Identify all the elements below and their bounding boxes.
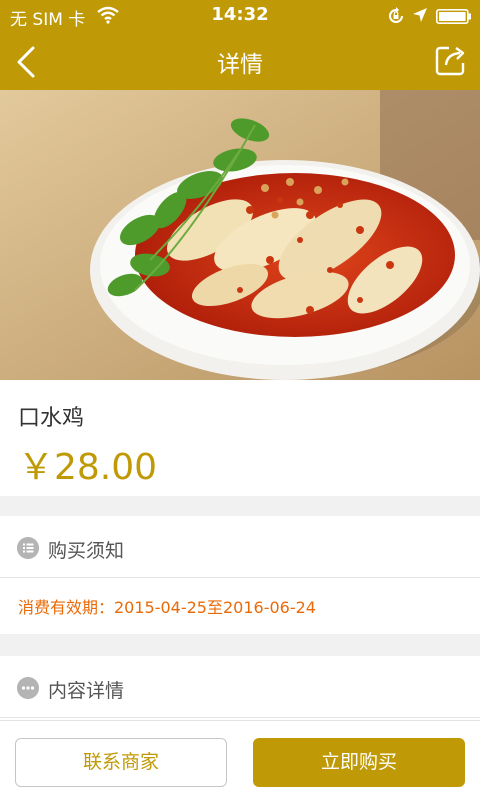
list-icon <box>17 537 39 559</box>
content-details-title: 内容详情 <box>48 680 125 702</box>
validity-text: 消费有效期：2015-04-25至2016-06-24 <box>18 598 316 617</box>
purchase-notice-title: 购买须知 <box>48 540 125 562</box>
battery-icon <box>436 9 471 24</box>
more-dots-icon <box>17 677 39 699</box>
purchase-notice-header[interactable]: 购买须知 <box>0 516 480 578</box>
location-icon <box>413 8 427 22</box>
nav-bar: 详情 <box>0 32 480 90</box>
product-info: 口水鸡 ￥28.00 <box>0 380 480 496</box>
content-details-header[interactable]: 内容详情 <box>0 656 480 718</box>
bottom-action-bar: 联系商家 立即购买 <box>0 720 480 800</box>
content-details-section: 内容详情 <box>0 656 480 720</box>
product-photo <box>0 90 480 380</box>
purchase-notice-section: 购买须知 消费有效期：2015-04-25至2016-06-24 <box>0 516 480 634</box>
orientation-lock-icon <box>389 7 403 23</box>
product-price: ￥28.00 <box>18 447 158 488</box>
contact-merchant-button[interactable]: 联系商家 <box>15 738 227 787</box>
status-bar: 无 SIM 卡 14:32 <box>0 0 480 32</box>
product-name: 口水鸡 <box>18 406 85 431</box>
status-time: 14:32 <box>211 4 269 25</box>
dish-illustration <box>0 90 480 380</box>
buy-now-button[interactable]: 立即购买 <box>253 738 465 787</box>
share-icon[interactable] <box>432 41 470 79</box>
page-title: 详情 <box>217 52 263 78</box>
